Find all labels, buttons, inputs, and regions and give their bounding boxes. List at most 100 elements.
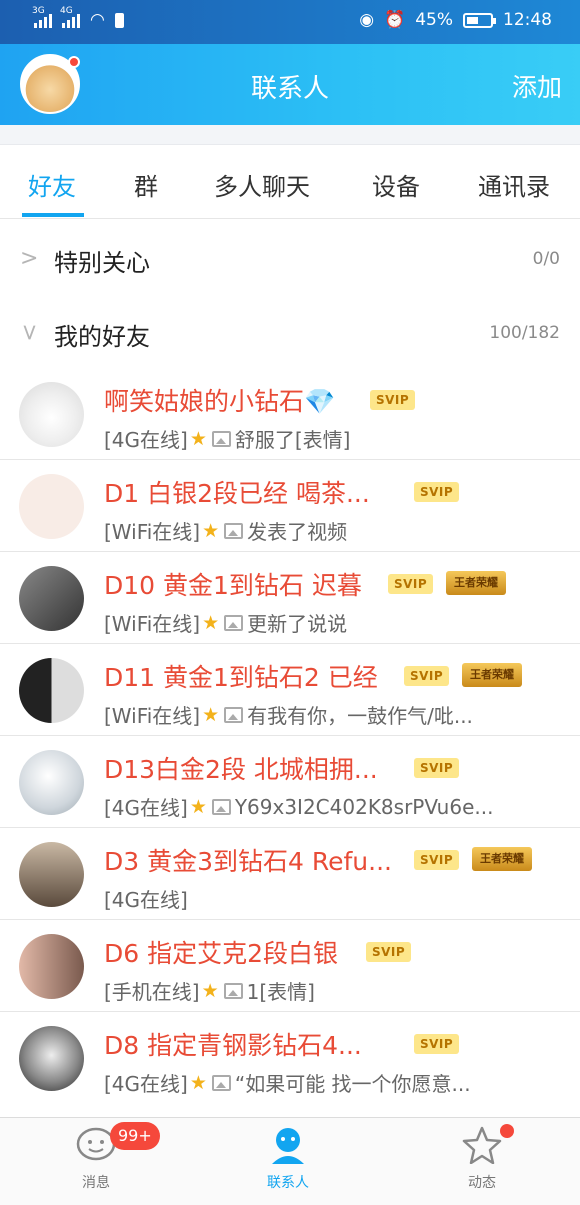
game-badge: 王者荣耀: [462, 663, 522, 687]
tab-groups[interactable]: 群: [134, 167, 158, 202]
star-icon: ★: [201, 979, 219, 1002]
online-status: [4G在线]: [104, 428, 188, 452]
activity-text: Y69x3I2C402K8srPVu6e...: [234, 794, 494, 819]
tab-active-indicator: [22, 213, 84, 217]
activity-text: 更新了说说: [247, 612, 348, 636]
friend-name: D1 白银2段已经 喝茶...: [104, 479, 370, 508]
chevron-down-icon: >: [16, 323, 42, 342]
signal-icon-3g: 3G: [32, 6, 52, 28]
notification-dot: [68, 56, 80, 68]
bottom-nav: 消息 99+ 联系人 动态: [0, 1117, 580, 1205]
star-icon: ★: [202, 703, 220, 726]
contact-tabs: 好友 群 多人聊天 设备 通讯录: [0, 145, 580, 219]
game-badge: 王者荣耀: [446, 571, 506, 595]
alarm-icon: ⏰: [384, 10, 406, 30]
svip-badge: SVIP: [414, 758, 460, 778]
friend-name: 啊笑姑娘的小钻石💎: [104, 387, 336, 416]
avatar: [19, 566, 84, 631]
online-status: [4G在线]: [104, 796, 188, 820]
svip-badge: SVIP: [388, 574, 434, 594]
online-status: [WiFi在线]: [104, 612, 201, 636]
image-icon: [224, 706, 244, 723]
friend-name: D3 黄金3到钻石4 Refu...: [104, 847, 392, 876]
list-item[interactable]: D1 白银2段已经 喝茶... SVIP [WiFi在线] ★ 发表了视频: [0, 460, 580, 552]
activity-text: 舒服了[表情]: [234, 428, 351, 452]
list-item[interactable]: D10 黄金1到钻石 迟暮 SVIP 王者荣耀 [WiFi在线] ★ 更新了说说: [0, 552, 580, 644]
chevron-right-icon: >: [20, 246, 39, 271]
group-count: 100/182: [489, 323, 560, 343]
nav-label: 动态: [468, 1175, 496, 1191]
star-icon: ★: [189, 1071, 207, 1094]
nav-label: 消息: [82, 1175, 110, 1191]
svip-badge: SVIP: [414, 482, 460, 502]
header: 联系人 添加: [0, 44, 580, 125]
battery-percent: 45%: [415, 10, 453, 30]
group-special-care[interactable]: > 特别关心 0/0: [0, 220, 580, 294]
svip-badge: SVIP: [404, 666, 450, 686]
group-name: 特别关心: [54, 249, 150, 277]
svip-badge: SVIP: [414, 850, 460, 870]
group-my-friends[interactable]: > 我的好友 100/182: [0, 294, 580, 368]
avatar: [19, 474, 84, 539]
nav-contacts[interactable]: 联系人: [228, 1126, 348, 1192]
online-status: [手机在线]: [104, 980, 200, 1004]
image-icon: [211, 798, 231, 815]
person-icon: [272, 1128, 304, 1164]
avatar: [19, 1026, 84, 1091]
game-badge: 王者荣耀: [472, 847, 532, 871]
avatar: [19, 382, 84, 447]
activity-text: “如果可能 找一个你愿意...: [234, 1072, 471, 1096]
friend-name: D8 指定青钢影钻石4...: [104, 1031, 362, 1060]
tab-friends[interactable]: 好友: [28, 167, 76, 202]
tab-address-book[interactable]: 通讯录: [478, 167, 550, 202]
wifi-icon: ◠: [90, 10, 105, 30]
activity-text: 发表了视频: [247, 520, 348, 544]
tab-devices[interactable]: 设备: [372, 167, 420, 202]
online-status: [WiFi在线]: [104, 704, 201, 728]
signal-icon-4g: 4G: [60, 6, 80, 28]
avatar: [19, 934, 84, 999]
image-icon: [211, 1074, 231, 1091]
star-icon: ★: [189, 427, 207, 450]
nav-moments[interactable]: 动态: [422, 1126, 542, 1192]
unread-badge: 99+: [110, 1122, 160, 1150]
friend-name: D11 黄金1到钻石2 已经: [104, 663, 378, 692]
svip-badge: SVIP: [366, 942, 412, 962]
list-item[interactable]: D13白金2段 北城相拥... SVIP [4G在线] ★ Y69x3I2C402K…: [0, 736, 580, 828]
friend-name: D6 指定艾克2段白银: [104, 939, 339, 968]
add-button[interactable]: 添加: [512, 68, 562, 104]
list-item[interactable]: D8 指定青钢影钻石4... SVIP [4G在线] ★ “如果可能 找一个你愿意.…: [0, 1012, 580, 1104]
group-name: 我的好友: [54, 323, 150, 351]
notification-dot: [500, 1124, 514, 1138]
star-icon: ★: [189, 795, 207, 818]
search-band: [0, 125, 580, 145]
page-title: 联系人: [250, 74, 329, 104]
status-bar: 3G 4G ◠ ◉ ⏰ 45% 12:48: [0, 0, 580, 44]
nav-label: 联系人: [267, 1175, 309, 1191]
avatar: [19, 750, 84, 815]
image-icon: [224, 614, 244, 631]
list-item[interactable]: 啊笑姑娘的小钻石💎 SVIP [4G在线] ★ 舒服了[表情]: [0, 368, 580, 460]
image-icon: [224, 522, 244, 539]
friend-name: D10 黄金1到钻石 迟暮: [104, 571, 362, 600]
avatar: [19, 658, 84, 723]
svip-badge: SVIP: [414, 1034, 460, 1054]
list-item[interactable]: D11 黄金1到钻石2 已经 SVIP 王者荣耀 [WiFi在线] ★ 有我有你，一…: [0, 644, 580, 736]
svip-badge: SVIP: [370, 390, 416, 410]
friend-name: D13白金2段 北城相拥...: [104, 755, 378, 784]
top-bar: 3G 4G ◠ ◉ ⏰ 45% 12:48 联系人 添加: [0, 0, 580, 125]
battery-icon: [463, 12, 496, 28]
image-icon: [211, 430, 231, 447]
eye-icon: ◉: [359, 10, 375, 30]
activity-text: 有我有你，一鼓作气/吡...: [247, 704, 473, 728]
online-status: [4G在线]: [104, 1072, 188, 1096]
list-item[interactable]: D6 指定艾克2段白银 SVIP [手机在线] ★ 1[表情]: [0, 920, 580, 1012]
group-count: 0/0: [532, 249, 560, 269]
sim-icon: [114, 12, 124, 28]
star-icon: ★: [202, 519, 220, 542]
online-status: [4G在线]: [104, 888, 188, 912]
avatar: [19, 842, 84, 907]
list-item[interactable]: D3 黄金3到钻石4 Refu... SVIP 王者荣耀 [4G在线]: [0, 828, 580, 920]
tab-multi-chat[interactable]: 多人聊天: [214, 167, 310, 202]
activity-text: 1[表情]: [246, 980, 315, 1004]
